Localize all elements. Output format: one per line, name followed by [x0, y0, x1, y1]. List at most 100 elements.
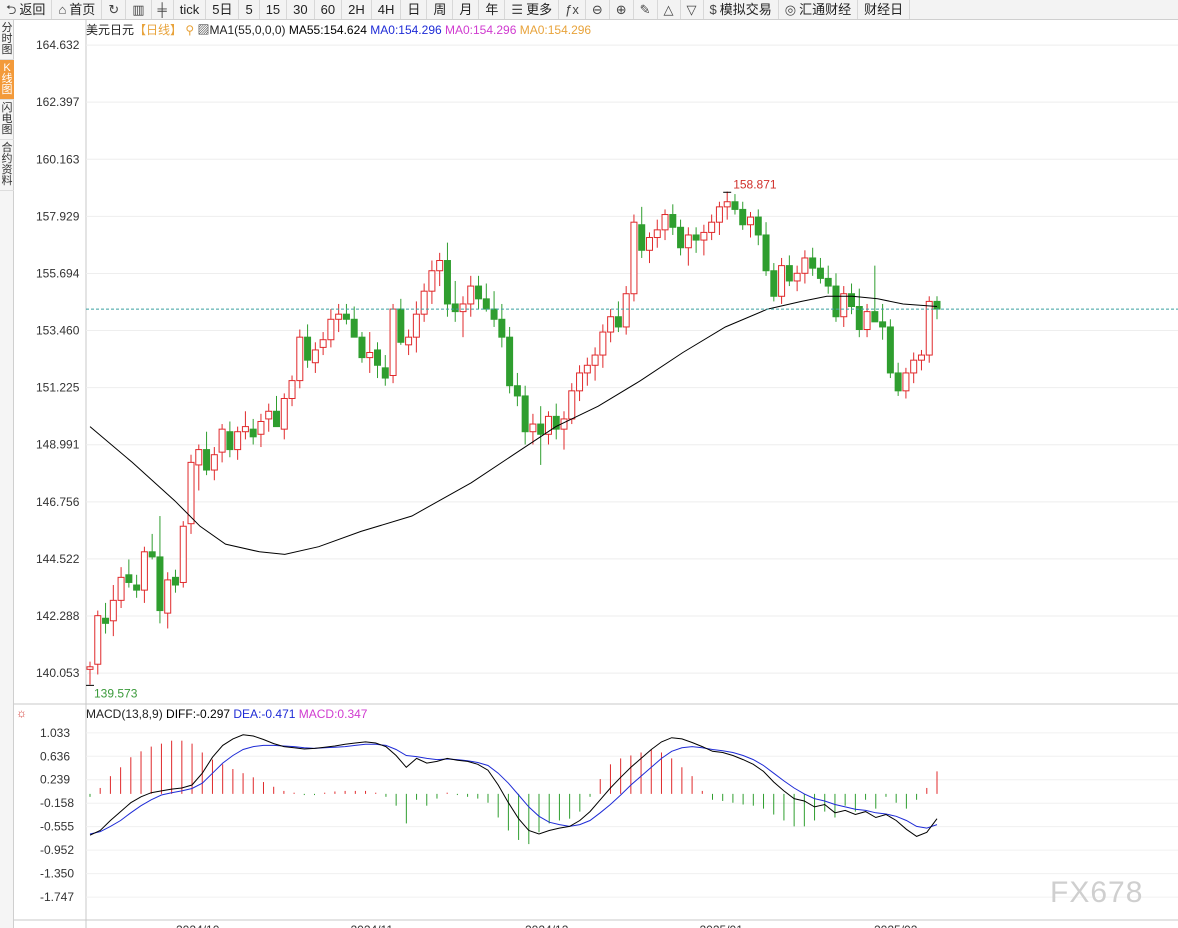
legend-item: ⚲ [182, 23, 197, 37]
candle-up [319, 339, 327, 348]
toolbar-button-2[interactable]: ↻ [102, 0, 127, 19]
toolbar-button-16[interactable]: 年 [479, 0, 506, 19]
time-axis-tick: 2024/11 [351, 923, 394, 928]
toolbar-label: 周 [433, 2, 447, 17]
legend-item: MA55:154.624 [289, 23, 370, 37]
candle-up [630, 221, 638, 295]
candle-up [863, 311, 871, 331]
candle-up [327, 318, 335, 341]
toolbar-button-7[interactable]: 5 [239, 0, 260, 19]
candle-up [917, 354, 925, 361]
low-marker-label: 139.573 [94, 686, 138, 700]
macd-axis-tick: 0.239 [40, 773, 70, 787]
toolbar-button-6[interactable]: 5日 [206, 0, 240, 19]
candle-down [537, 423, 545, 435]
candle-down [506, 336, 514, 387]
candle-up [622, 293, 630, 328]
candle-up [653, 229, 661, 239]
candle-up [210, 454, 218, 471]
legend-item: DEA:-0.471 [233, 707, 298, 721]
toolbar-label: 60 [320, 2, 336, 17]
toolbar-button-4[interactable]: ╪ [152, 0, 174, 19]
candle-up [218, 428, 226, 453]
toolbar-label: 15 [265, 2, 281, 17]
toolbar-button-24[interactable]: $ 模拟交易 [704, 0, 779, 19]
candle-down [848, 293, 856, 308]
time-axis-tick: 2025/02 [874, 923, 918, 928]
sidebar-tab-3[interactable]: 合约资料 [0, 140, 14, 191]
candle-down [731, 201, 739, 210]
sidebar-tab-2[interactable]: 闪电图 [0, 100, 14, 140]
price-axis-tick: 157.929 [36, 209, 80, 223]
candle-up [436, 260, 444, 272]
candle-down [809, 257, 817, 269]
toolbar-button-23[interactable]: ▽ [681, 0, 704, 19]
toolbar-button-15[interactable]: 月 [453, 0, 480, 19]
home-icon: ⌂ [58, 2, 67, 17]
toolbar-button-0[interactable]: ⮌ 返回 [0, 0, 53, 19]
toolbar-button-13[interactable]: 日 [401, 0, 428, 19]
legend-item: 美元日元 [86, 23, 134, 37]
candle-up [311, 349, 319, 364]
sidebar-tab-1[interactable]: K线图 [0, 60, 14, 100]
toolbar-button-3[interactable]: ▥ [126, 0, 152, 19]
candle-up [793, 272, 801, 282]
toolbar-button-18[interactable]: ƒx [559, 0, 586, 19]
candle-up [428, 270, 436, 292]
candle-up [366, 352, 374, 359]
candle-down [871, 311, 879, 323]
candle-up [529, 423, 537, 433]
candle-down [397, 308, 405, 343]
candle-up [902, 372, 910, 392]
macd-legend: MACD(13,8,9) DIFF:-0.297 DEA:-0.471 MACD… [86, 707, 368, 721]
candle-down [933, 300, 941, 310]
toolbar-button-19[interactable]: ⊖ [586, 0, 610, 19]
toolbar-label: 4H [377, 2, 395, 17]
macd-axis-tick: -1.350 [40, 867, 74, 881]
toolbar-button-25[interactable]: ◎ 汇通财经 [779, 0, 859, 19]
time-axis-tick: 2024/10 [176, 923, 220, 928]
toolbar-button-9[interactable]: 30 [287, 0, 315, 19]
toolbar-button-22[interactable]: △ [658, 0, 681, 19]
toolbar-button-20[interactable]: ⊕ [610, 0, 634, 19]
legend-item: DIFF:-0.297 [166, 707, 233, 721]
macd-axis-tick: -0.555 [40, 820, 74, 834]
candle-down [754, 216, 762, 236]
toolbar-button-26[interactable]: 财经日 [858, 0, 911, 19]
candle-down [638, 224, 646, 251]
toolbar-button-21[interactable]: ✎ [634, 0, 658, 19]
toolbar-label: tick [179, 2, 200, 17]
toolbar-button-17[interactable]: ☰ 更多 [505, 0, 560, 19]
candle-down [490, 308, 498, 320]
candle-up [257, 420, 265, 435]
candle-down [381, 367, 389, 379]
toolbar-button-12[interactable]: 4H [372, 0, 402, 19]
legend-item: MACD(13,8,9) [86, 707, 166, 721]
toolbar-button-5[interactable]: tick [174, 0, 207, 19]
candle-up [723, 201, 731, 208]
toolbar-label: 月 [459, 2, 473, 17]
sidebar: 分时图K线图闪电图合约资料 [0, 20, 14, 928]
candle-up [840, 293, 848, 318]
legend-item: MA0:154.296 [520, 23, 592, 37]
candle-down [886, 326, 894, 374]
candle-up [591, 354, 599, 366]
candle-down [374, 349, 382, 366]
candle-down [475, 285, 483, 300]
candle-down [125, 574, 133, 583]
toolbar-button-1[interactable]: ⌂ 首页 [52, 0, 103, 19]
candle-up [459, 303, 467, 313]
price-axis-tick: 162.397 [36, 95, 80, 109]
toolbar-button-11[interactable]: 2H [342, 0, 372, 19]
legend-item: ▨MA1(55,0,0,0) [198, 23, 289, 37]
candle-up [140, 551, 148, 591]
toolbar-button-14[interactable]: 周 [427, 0, 454, 19]
candle-down [513, 385, 521, 397]
sidebar-tab-0[interactable]: 分时图 [0, 20, 14, 60]
candle-down [498, 318, 506, 338]
toolbar-button-10[interactable]: 60 [315, 0, 343, 19]
toolbar-button-8[interactable]: 15 [260, 0, 288, 19]
toolbar-label: 5日 [212, 2, 233, 17]
macd-axis-tick: 0.636 [40, 749, 70, 763]
diff-line [89, 734, 938, 837]
